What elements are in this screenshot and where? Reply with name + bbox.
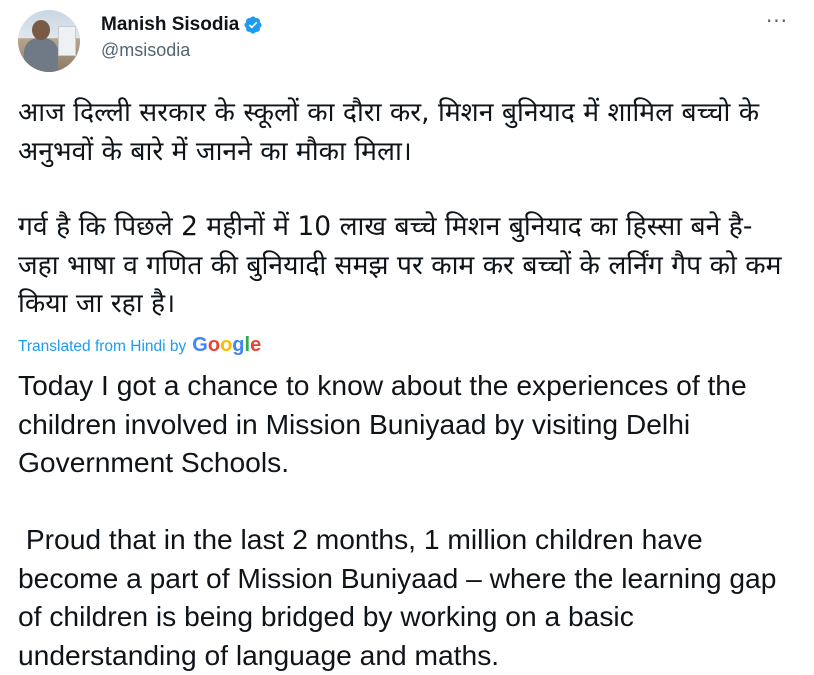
tweet-text-hindi: आज दिल्ली सरकार के स्कूलों का दौरा कर, म…: [18, 94, 800, 324]
author-handle[interactable]: @msisodia: [101, 40, 263, 61]
author-block: Manish Sisodia @msisodia: [101, 12, 263, 61]
google-logo: Google: [192, 334, 262, 356]
hindi-paragraph: आज दिल्ली सरकार के स्कूलों का दौरा कर, म…: [18, 97, 760, 167]
english-paragraph: Proud that in the last 2 months, 1 milli…: [18, 523, 785, 671]
avatar[interactable]: [18, 10, 80, 72]
tweet-text-translation: Today I got a chance to know about the e…: [18, 366, 804, 674]
translation-attribution: Translated from Hindi by Google: [18, 334, 261, 357]
english-paragraph: Today I got a chance to know about the e…: [18, 369, 755, 478]
author-name-row: Manish Sisodia: [101, 12, 263, 38]
author-name[interactable]: Manish Sisodia: [101, 14, 239, 36]
avatar-background-building: [58, 26, 76, 56]
translation-label[interactable]: Translated from Hindi by: [18, 338, 186, 356]
avatar-figure-body: [24, 38, 58, 72]
verified-badge-icon: [244, 16, 262, 34]
avatar-figure-head: [32, 20, 50, 40]
tweet-header: Manish Sisodia @msisodia ···: [18, 10, 796, 74]
hindi-paragraph: गर्व है कि पिछले 2 महीनों में 10 लाख बच्…: [18, 211, 782, 319]
more-options-icon[interactable]: ···: [762, 11, 792, 36]
tweet-card: Manish Sisodia @msisodia ··· आज दिल्ली स…: [0, 0, 814, 675]
